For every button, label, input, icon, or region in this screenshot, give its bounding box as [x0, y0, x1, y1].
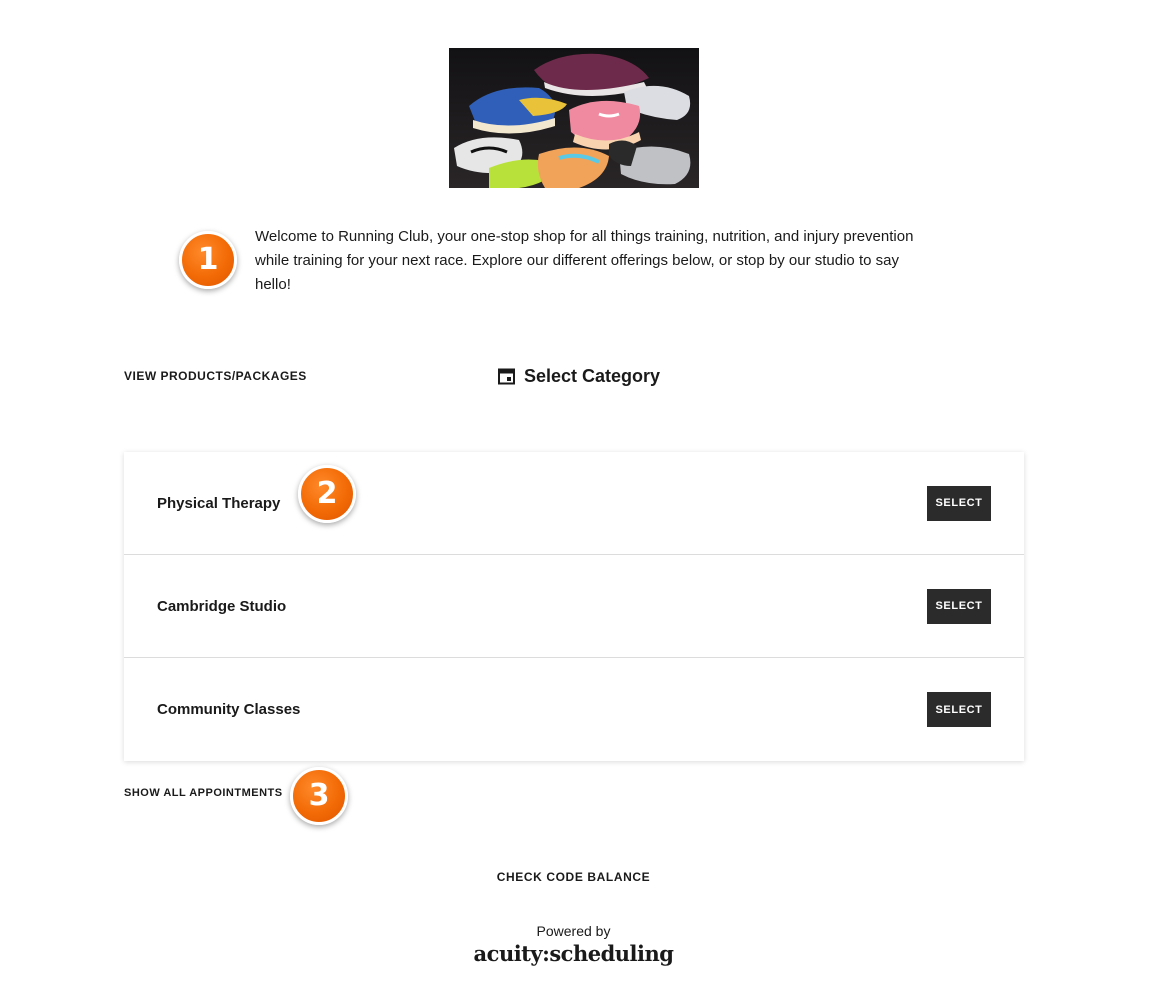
category-row-cambridge-studio[interactable]: Cambridge Studio SELECT — [124, 555, 1024, 658]
category-name: Community Classes — [157, 701, 301, 718]
page: 1 Welcome to Running Club, your one-stop… — [0, 0, 1176, 1001]
calendar-icon — [498, 368, 515, 385]
intro-text: Welcome to Running Club, your one-stop s… — [255, 228, 914, 293]
step-marker-2: 2 — [298, 465, 356, 523]
select-button[interactable]: SELECT — [927, 692, 991, 727]
select-button[interactable]: SELECT — [927, 485, 991, 521]
powered-by: Powered by acuity:scheduling — [0, 922, 1147, 968]
step-marker-1: 1 — [179, 231, 237, 289]
select-category-heading: Select Category — [498, 366, 660, 387]
powered-by-label: Powered by — [536, 923, 611, 939]
running-shoes-photo — [449, 48, 699, 188]
category-name: Physical Therapy — [157, 494, 281, 512]
category-title: Select Category — [524, 366, 661, 386]
select-button[interactable]: SELECT — [927, 588, 991, 624]
category-list: Physical Therapy SELECT Cambridge Studio… — [124, 452, 1024, 761]
show-all-appointments-link[interactable]: SHOW ALL APPOINTMENTS — [124, 787, 283, 799]
step-marker-3: 3 — [290, 767, 348, 825]
check-code-balance-link[interactable]: CHECK CODE BALANCE — [0, 870, 1147, 884]
view-products-link[interactable]: VIEW PRODUCTS/PACKAGES — [124, 369, 307, 383]
hero-image — [449, 48, 699, 188]
category-row-community-classes[interactable]: Community Classes SELECT — [124, 658, 1024, 761]
acuity-scheduling-logo[interactable]: acuity:scheduling — [0, 940, 1147, 968]
category-row-physical-therapy[interactable]: Physical Therapy SELECT — [124, 452, 1024, 555]
category-name: Cambridge Studio — [157, 597, 287, 615]
